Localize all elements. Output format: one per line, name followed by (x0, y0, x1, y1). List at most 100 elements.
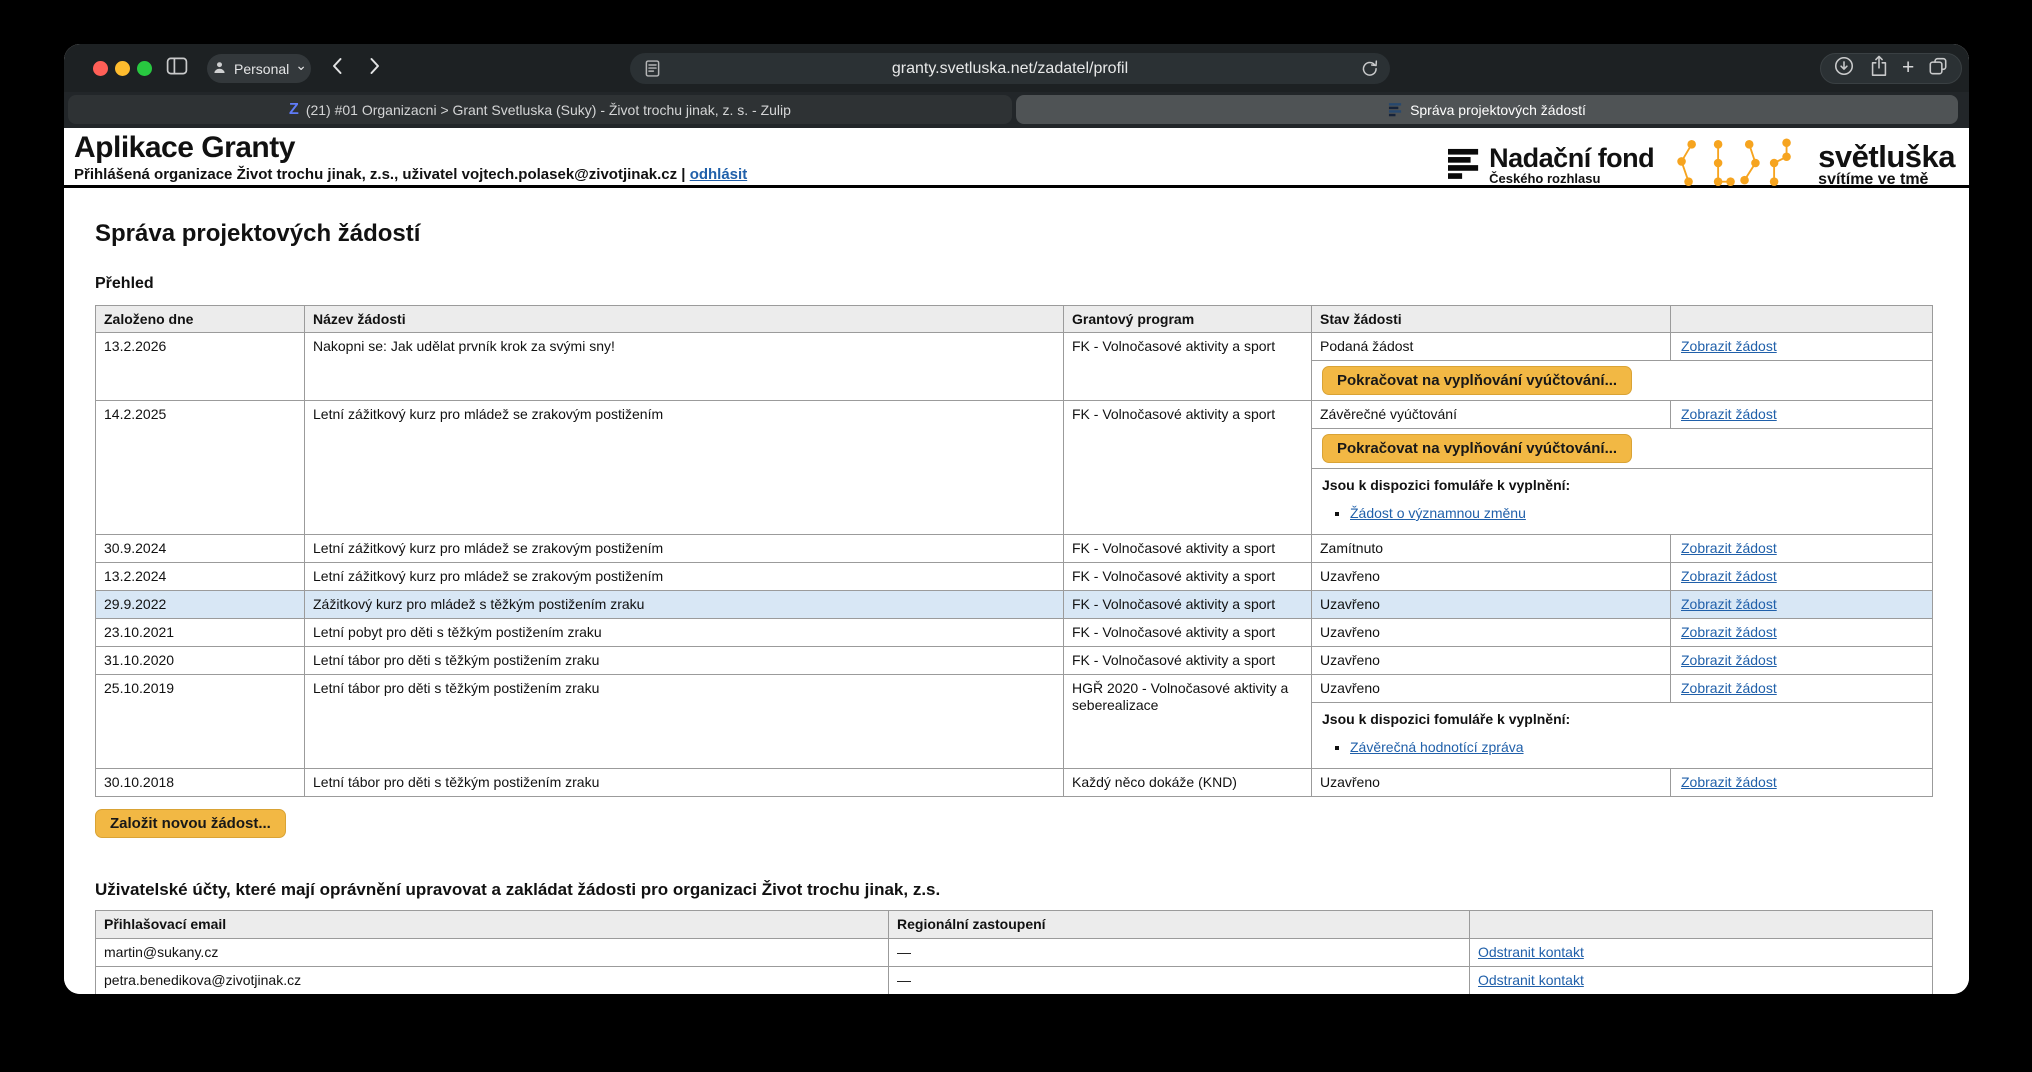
view-application-link[interactable]: Zobrazit žádost (1681, 624, 1777, 640)
browser-titlebar: Personal ⌄ granty.svetluska.net/zadatel/… (64, 44, 1969, 92)
forward-button[interactable] (358, 54, 392, 83)
users-heading: Uživatelské účty, které mají oprávnění u… (95, 880, 1969, 900)
logout-link[interactable]: odhlásit (690, 166, 748, 183)
application-name: Letní tábor pro děti s těžkým postižením… (305, 769, 1064, 796)
svetluska-title: světluška (1818, 143, 1955, 171)
profile-label: Personal (234, 61, 289, 77)
forms-list: Žádost o významnou změnu (1350, 505, 1922, 522)
share-icon[interactable] (1868, 54, 1890, 83)
continue-settlement-button[interactable]: Pokračovat na vyplňování vyúčtování... (1322, 434, 1632, 463)
applications-table-header: Založeno dne Název žádosti Grantový prog… (96, 306, 1932, 333)
view-application-link[interactable]: Zobrazit žádost (1681, 540, 1777, 556)
application-date: 31.10.2020 (96, 647, 305, 674)
app-header: Aplikace Granty Přihlášená organizace Ži… (64, 128, 1969, 188)
continue-settlement-button[interactable]: Pokračovat na vyplňování vyúčtování... (1322, 366, 1632, 395)
close-window-button[interactable] (93, 61, 108, 76)
application-name: Letní pobyt pro děti s těžkým postižením… (305, 619, 1064, 646)
application-date: 13.2.2026 (96, 333, 305, 400)
sidebar-toggle-button[interactable] (156, 54, 198, 83)
application-row: 25.10.2019 Letní tábor pro děti s těžkým… (96, 675, 1932, 769)
application-row: 23.10.2021 Letní pobyt pro děti s těžkým… (96, 619, 1932, 647)
application-row: 30.10.2018 Letní tábor pro děti s těžkým… (96, 769, 1932, 796)
applications-table: Založeno dne Název žádosti Grantový prog… (95, 305, 1933, 797)
application-program: FK - Volnočasové aktivity a sport (1064, 535, 1312, 562)
application-status: Závěrečné vyúčtování (1312, 401, 1671, 428)
form-link[interactable]: Závěrečná hodnotící zpráva (1350, 739, 1524, 755)
address-bar[interactable]: granty.svetluska.net/zadatel/profil (630, 53, 1390, 84)
view-application-link[interactable]: Zobrazit žádost (1681, 406, 1777, 422)
view-application-link[interactable]: Zobrazit žádost (1681, 774, 1777, 790)
nadacni-fond-title: Nadační fond (1489, 145, 1654, 171)
zulip-z-icon: Z (289, 101, 299, 119)
application-status-area: Uzavřeno Zobrazit žádost (1312, 563, 1932, 590)
toolbar-actions: + (1820, 53, 1962, 84)
available-forms: Jsou k dispozici fomuláře k vyplnění: Zá… (1312, 703, 1932, 768)
page-content: Aplikace Granty Přihlášená organizace Ži… (64, 128, 1969, 994)
available-forms: Jsou k dispozici fomuláře k vyplnění: Žá… (1312, 469, 1932, 534)
chevron-right-icon (369, 57, 381, 80)
profile-switcher[interactable]: Personal ⌄ (207, 54, 311, 83)
url-text: granty.svetluska.net/zadatel/profil (630, 60, 1390, 78)
page-format-icon[interactable] (642, 58, 663, 84)
application-program: FK - Volnočasové aktivity a sport (1064, 591, 1312, 618)
remove-contact-link[interactable]: Odstranit kontakt (1478, 972, 1584, 988)
user-email: martin@sukany.cz (96, 939, 889, 966)
reload-icon[interactable] (1359, 58, 1380, 84)
column-header-actions (1671, 306, 1932, 332)
application-date: 25.10.2019 (96, 675, 305, 768)
view-application-link[interactable]: Zobrazit žádost (1681, 568, 1777, 584)
application-status: Uzavřeno (1312, 647, 1671, 674)
tab-overview-icon[interactable] (1927, 55, 1949, 82)
tab-title: Správa projektových žádostí (1410, 102, 1586, 118)
form-list-item: Závěrečná hodnotící zpráva (1350, 739, 1922, 756)
column-header-email: Přihlašovací email (96, 911, 889, 938)
application-status-area: Uzavřeno Zobrazit žádost (1312, 619, 1932, 646)
user-row: petra.benedikova@zivotjinak.cz — Odstran… (96, 966, 1932, 994)
form-list-item: Žádost o významnou změnu (1350, 505, 1922, 522)
view-application-link[interactable]: Zobrazit žádost (1681, 596, 1777, 612)
view-application-link[interactable]: Zobrazit žádost (1681, 652, 1777, 668)
nadacni-fond-logo: Nadační fond Českého rozhlasu (1448, 145, 1654, 186)
application-status-area: Podaná žádost Zobrazit žádost Pokračovat… (1312, 333, 1932, 400)
application-status: Zamítnuto (1312, 535, 1671, 562)
application-program: Každý něco dokáže (KND) (1064, 769, 1312, 796)
minimize-window-button[interactable] (115, 61, 130, 76)
tab-sprava-zadosti[interactable]: Správa projektových žádostí (1016, 95, 1958, 124)
back-button[interactable] (320, 54, 354, 83)
main-area: Správa projektových žádostí Přehled Zalo… (64, 188, 1969, 994)
new-tab-icon[interactable]: + (1902, 57, 1914, 78)
form-link[interactable]: Žádost o významnou změnu (1350, 505, 1526, 521)
application-status: Uzavřeno (1312, 619, 1671, 646)
application-date: 30.10.2018 (96, 769, 305, 796)
view-application-link[interactable]: Zobrazit žádost (1681, 338, 1777, 354)
application-program: HGŘ 2020 - Volnočasové aktivity a sebere… (1064, 675, 1312, 768)
chevron-down-icon: ⌄ (295, 57, 307, 74)
application-status: Uzavřeno (1312, 563, 1671, 590)
application-name: Letní tábor pro děti s těžkým postižením… (305, 647, 1064, 674)
application-name: Letní zážitkový kurz pro mládež se zrako… (305, 563, 1064, 590)
user-region: — (889, 939, 1470, 966)
column-header-program: Grantový program (1064, 306, 1312, 332)
remove-contact-link[interactable]: Odstranit kontakt (1478, 944, 1584, 960)
view-application-link[interactable]: Zobrazit žádost (1681, 680, 1777, 696)
application-status-area: Závěrečné vyúčtování Zobrazit žádost Pok… (1312, 401, 1932, 534)
application-row: 13.2.2026 Nakopni se: Jak udělat prvník … (96, 333, 1932, 401)
application-program: FK - Volnočasové aktivity a sport (1064, 563, 1312, 590)
person-icon (211, 59, 228, 79)
application-name: Zážitkový kurz pro mládež s těžkým posti… (305, 591, 1064, 618)
application-status-area: Uzavřeno Zobrazit žádost (1312, 769, 1932, 796)
zoom-window-button[interactable] (137, 61, 152, 76)
application-row: 30.9.2024 Letní zážitkový kurz pro mláde… (96, 535, 1932, 563)
application-status: Uzavřeno (1312, 591, 1671, 618)
svetluska-dots-logo (1676, 135, 1796, 196)
tab-zulip[interactable]: Z (21) #01 Organizacni > Grant Svetluska… (68, 95, 1012, 124)
application-status-area: Zamítnuto Zobrazit žádost (1312, 535, 1932, 562)
radio-bars-icon (1448, 148, 1480, 185)
user-row: martin@sukany.cz — Odstranit kontakt (96, 938, 1932, 966)
application-status-area: Uzavřeno Zobrazit žádost (1312, 591, 1932, 618)
partner-logos: Nadační fond Českého rozhlasu (1448, 135, 1955, 196)
column-header-status: Stav žádosti (1312, 306, 1671, 332)
application-status: Uzavřeno (1312, 769, 1671, 796)
downloads-icon[interactable] (1833, 55, 1855, 82)
new-application-button[interactable]: Založit novou žádost... (95, 809, 286, 838)
